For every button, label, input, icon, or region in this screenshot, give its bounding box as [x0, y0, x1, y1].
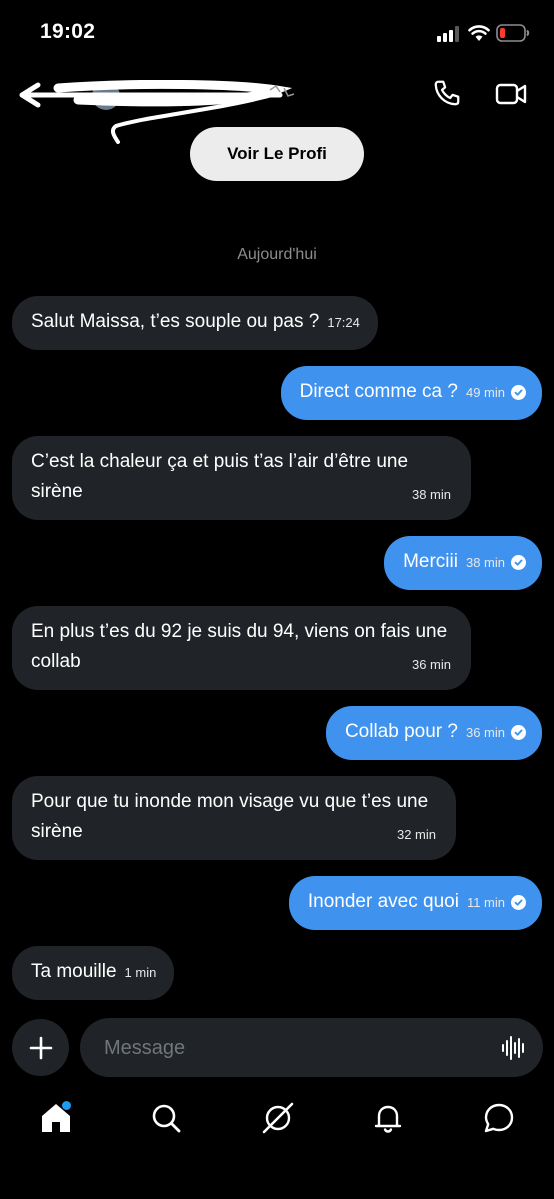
- message-text: C’est la chaleur ça et puis t’as l’air d…: [31, 451, 409, 502]
- wifi-icon: [468, 25, 490, 41]
- message-time: 1 min: [124, 965, 157, 980]
- search-icon[interactable]: [148, 1100, 184, 1136]
- read-check-icon: [511, 385, 526, 400]
- view-profile-button[interactable]: Voir Le Profi: [190, 127, 364, 181]
- video-call-icon[interactable]: [495, 80, 527, 108]
- message-composer: [80, 1018, 543, 1079]
- message-text: Pour que tu inonde mon visage vu que t’e…: [31, 791, 429, 842]
- messages-icon[interactable]: [481, 1100, 517, 1136]
- notification-badge: [62, 1101, 71, 1110]
- read-check-icon: [511, 555, 526, 570]
- message-time: 32 min: [396, 827, 436, 842]
- message-input[interactable]: [102, 1018, 486, 1079]
- message-text: Inonder avec quoi: [307, 891, 459, 912]
- message-bubble-incoming[interactable]: En plus t’es du 92 je suis du 94, viens …: [12, 606, 471, 690]
- read-check-icon: [511, 895, 526, 910]
- message-time: 38 min: [465, 555, 505, 570]
- message-text: Ta mouille: [31, 961, 117, 982]
- grok-icon[interactable]: [260, 1100, 296, 1136]
- message-bubble-incoming[interactable]: Salut Maissa, t’es souple ou pas ? 17:24: [12, 296, 378, 350]
- notifications-icon[interactable]: [370, 1100, 406, 1136]
- status-time: 19:02: [40, 20, 96, 43]
- message-text: Merciii: [403, 551, 458, 572]
- message-bubble-outgoing[interactable]: Inonder avec quoi 11 min: [288, 876, 542, 930]
- message-time: 38 min: [411, 487, 451, 502]
- message-bubble-outgoing[interactable]: Merciii 38 min: [384, 536, 542, 590]
- date-separator: Aujourd'hui: [237, 246, 317, 263]
- message-text: Direct comme ca ?: [299, 381, 458, 402]
- message-time: 36 min: [411, 657, 451, 672]
- message-bubble-outgoing[interactable]: Collab pour ? 36 min: [325, 706, 542, 760]
- message-bubble-incoming[interactable]: C’est la chaleur ça et puis t’as l’air d…: [12, 436, 471, 520]
- message-bubble-incoming[interactable]: Pour que tu inonde mon visage vu que t’e…: [12, 776, 456, 860]
- read-check-icon: [511, 725, 526, 740]
- message-time: 49 min: [465, 385, 505, 400]
- message-text: Salut Maissa, t’es souple ou pas ?: [31, 311, 320, 332]
- signal-icon: [437, 26, 459, 42]
- message-time: 11 min: [466, 895, 505, 910]
- voice-message-icon[interactable]: [501, 1035, 527, 1061]
- message-time: 17:24: [327, 315, 360, 330]
- message-bubble-outgoing[interactable]: Direct comme ca ? 49 min: [280, 366, 542, 420]
- add-media-button[interactable]: [12, 1019, 69, 1076]
- battery-icon: [496, 24, 530, 42]
- phone-icon[interactable]: [432, 78, 462, 108]
- message-text: En plus t’es du 92 je suis du 94, viens …: [31, 621, 448, 672]
- message-time: 36 min: [465, 725, 505, 740]
- message-bubble-incoming[interactable]: Ta mouille 1 min: [12, 946, 175, 1000]
- plus-icon: [29, 1036, 52, 1059]
- message-text: Collab pour ?: [344, 721, 458, 742]
